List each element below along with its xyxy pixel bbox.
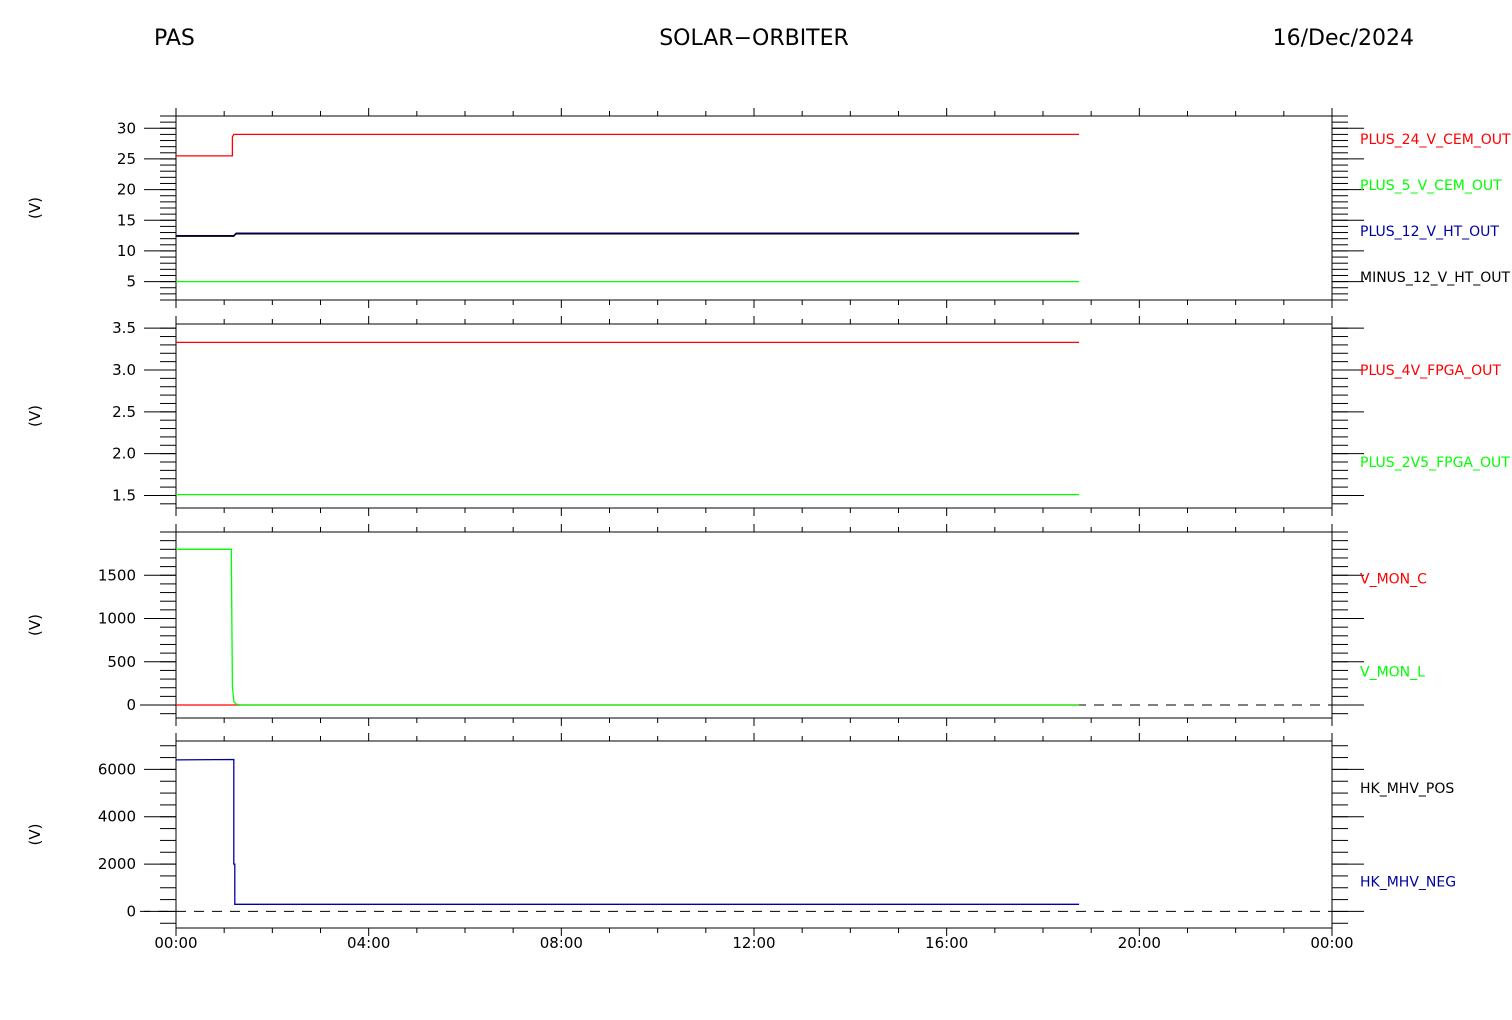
legend-label: PLUS_2V5_FPGA_OUT (1360, 455, 1510, 471)
panels-group: 5 10 15 20 25 30 (V) PLUS_24_V_CEM_OUT PLUS_5_V_… (26, 108, 1511, 952)
y-axis-label: (V) (26, 614, 44, 636)
panel-2: 1.5 2.0 2.5 3.0 3.5 (V) PLUS_4V_FPGA_OUT PLUS_2… (26, 316, 1510, 516)
x-tick-label: 00:00 (154, 934, 197, 952)
legend-label: PLUS_5_V_CEM_OUT (1360, 178, 1502, 194)
x-tick-label: 04:00 (347, 934, 390, 952)
chart-figure: PAS SOLAR−ORBITER 16/Dec/2024 5 10 15 20 25 3… (26, 26, 1511, 952)
legend-label: HK_MHV_POS (1360, 781, 1454, 797)
y-tick-label: 3.0 (112, 361, 136, 379)
y-tick-label: 0 (126, 902, 136, 920)
y-tick-label: 20 (117, 181, 136, 199)
instrument-title: PAS (154, 26, 195, 51)
y-axis-label: (V) (26, 197, 44, 219)
x-tick-label: 00:00 (1310, 934, 1353, 952)
series-line-v-mon-l (176, 548, 1080, 706)
x-tick-label: 08:00 (540, 934, 583, 952)
plot-frame (175, 740, 1333, 929)
plot-frame (175, 531, 1333, 719)
mission-title: SOLAR−ORBITER (659, 26, 849, 51)
y-tick-label: 500 (107, 653, 136, 671)
plot-frame (175, 115, 1333, 301)
y-tick-label: 1500 (98, 566, 136, 584)
y-tick-label: 1.5 (112, 486, 136, 504)
series-line-minus-12-v-ht-out (176, 233, 1080, 237)
y-tick-label: 6000 (98, 760, 136, 778)
plot-frame (175, 323, 1333, 509)
y-tick-label: 10 (117, 242, 136, 260)
y-tick-label: 2000 (98, 855, 136, 873)
legend-label: MINUS_12_V_HT_OUT (1360, 270, 1511, 286)
y-axis-label: (V) (26, 405, 44, 427)
legend-label: PLUS_12_V_HT_OUT (1360, 224, 1499, 240)
y-tick-label: 3.5 (112, 319, 136, 337)
y-tick-label: 4000 (98, 808, 136, 826)
x-tick-label: 12:00 (732, 934, 775, 952)
legend-label: PLUS_4V_FPGA_OUT (1360, 363, 1501, 379)
date-title: 16/Dec/2024 (1273, 26, 1414, 51)
y-tick-label: 0 (126, 696, 136, 714)
legend-label: V_MON_C (1360, 572, 1427, 588)
series-line-hk-mhv-neg (175, 758, 1080, 905)
panel-3: 0 500 1000 1500 (V) V_MON_C V_MON_L (26, 524, 1427, 726)
panel-4: 0 2000 4000 6000 (V) HK_MHV_POS HK_MHV_NEG (26, 733, 1456, 936)
legend-label: PLUS_24_V_CEM_OUT (1360, 132, 1511, 148)
y-tick-label: 1000 (98, 610, 136, 628)
series-line-plus-24-v-cem-out (176, 133, 1080, 157)
panel-1: 5 10 15 20 25 30 (V) PLUS_24_V_CEM_OUT PLUS_5_V_… (26, 108, 1511, 308)
y-tick-label: 25 (117, 150, 136, 168)
x-tick-label: 20:00 (1118, 934, 1161, 952)
y-tick-label: 2.0 (112, 445, 136, 463)
x-tick-label: 16:00 (925, 934, 968, 952)
y-tick-label: 15 (117, 211, 136, 229)
legend-label: HK_MHV_NEG (1360, 874, 1456, 890)
y-tick-label: 2.5 (112, 403, 136, 421)
y-axis-label: (V) (26, 824, 44, 846)
y-tick-label: 5 (126, 273, 136, 291)
legend-label: V_MON_L (1360, 665, 1425, 681)
y-tick-label: 30 (117, 119, 136, 137)
